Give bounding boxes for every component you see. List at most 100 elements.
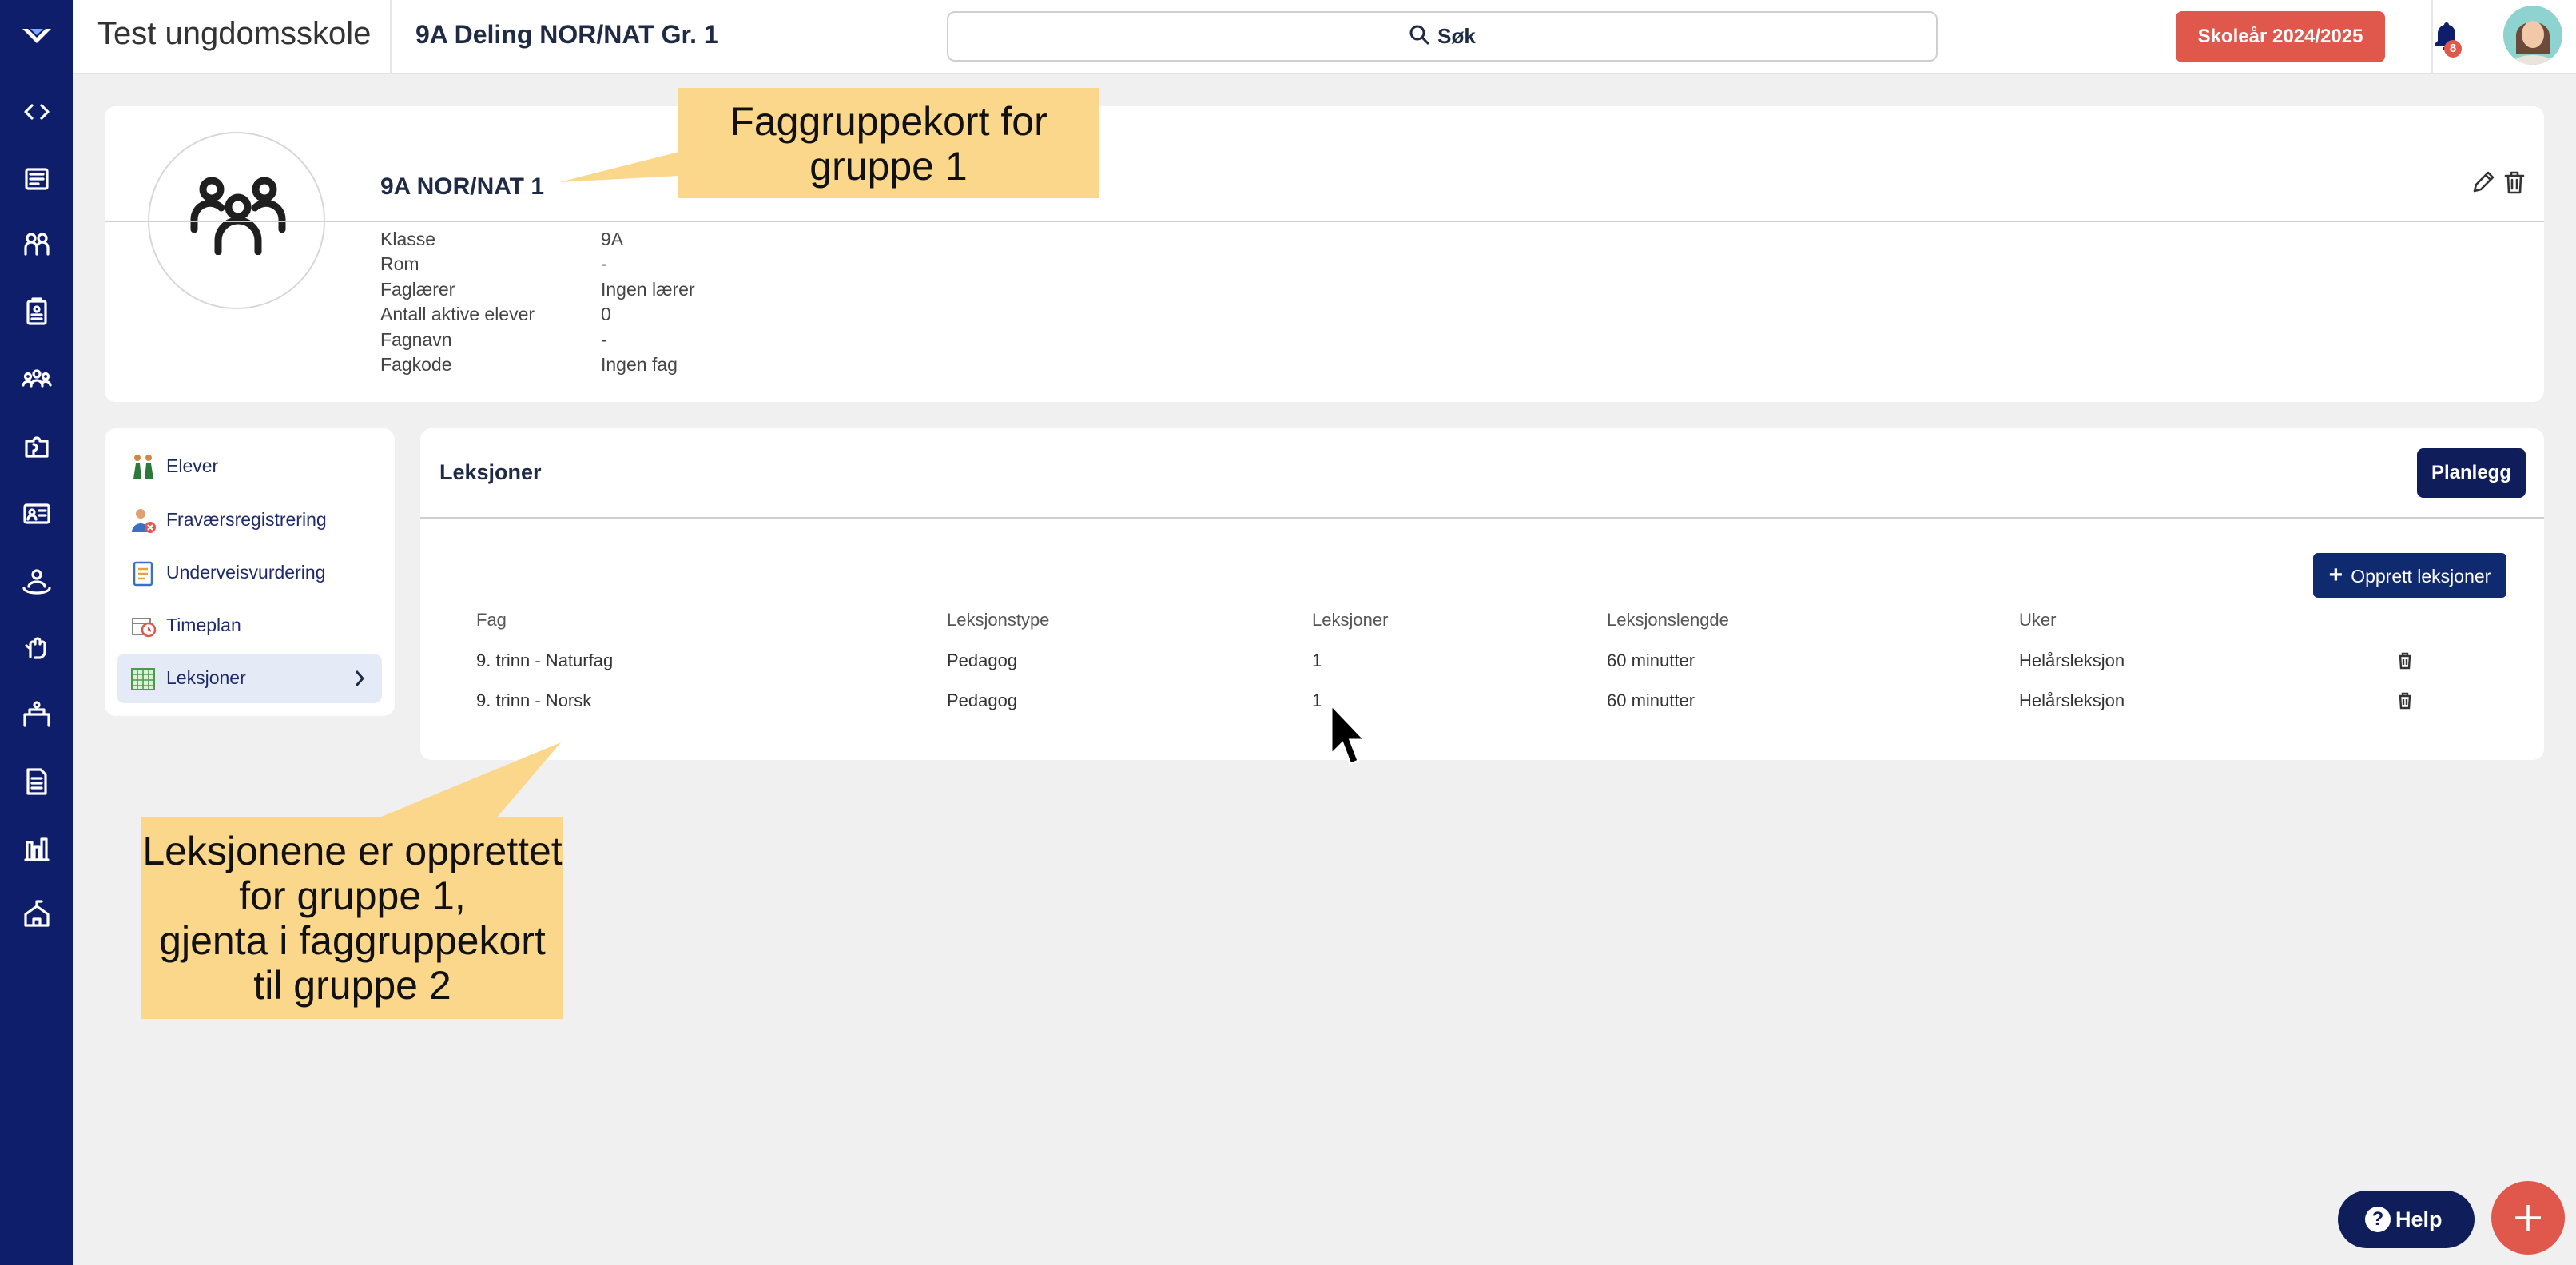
classroom-icon[interactable] [19, 697, 54, 732]
divider [105, 221, 2544, 222]
bar-chart-icon[interactable] [19, 831, 54, 866]
sidebar [0, 0, 73, 1265]
table-cell: 60 minutter [1607, 650, 1695, 670]
school-icon[interactable] [19, 897, 54, 932]
absence-icon [129, 507, 157, 534]
table-cell: 9. trinn - Norsk [476, 690, 592, 710]
column-header: Uker [2019, 610, 2057, 630]
info-label: Fagkode [380, 354, 452, 375]
column-header: Leksjoner [1312, 610, 1389, 630]
info-label: Klasse [380, 229, 436, 249]
table-cell: 1 [1312, 690, 1322, 710]
table-cell: 1 [1312, 650, 1322, 670]
info-value: - [601, 329, 607, 350]
nav-item-fravaer[interactable]: Fraværsregistrering [117, 495, 382, 545]
add-button[interactable] [2491, 1181, 2565, 1255]
info-label: Rom [380, 253, 419, 274]
callout-text: gjenta i faggruppekort [159, 918, 546, 963]
search-input[interactable]: Søk [947, 11, 1938, 62]
nav-label: Timeplan [166, 615, 241, 635]
assessment-icon [129, 559, 157, 587]
table-cell: Pedagog [947, 690, 1018, 710]
group-icon [190, 177, 286, 255]
schedule-icon [129, 612, 157, 639]
info-value: Ingen fag [601, 354, 678, 375]
notification-badge: 8 [2444, 40, 2462, 58]
plus-icon: + [2328, 562, 2343, 588]
callout-text: Leksjonene er opprettet [142, 829, 563, 873]
table-cell: Helårsleksjon [2019, 690, 2125, 710]
info-label: Faglærer [380, 279, 455, 300]
person-icon[interactable] [19, 563, 54, 598]
top-bar: Test ungdomsskole 9A Deling NOR/NAT Gr. … [73, 0, 2576, 74]
trash-icon[interactable] [2395, 691, 2415, 710]
callout-bottom: Leksjonene er opprettet for gruppe 1, gj… [141, 817, 563, 1019]
avatar[interactable] [2503, 6, 2562, 65]
callout-pointer [559, 152, 679, 182]
column-header: Leksjonslengde [1607, 610, 1729, 630]
callout-text: Faggruppekort for [729, 99, 1047, 144]
trash-icon[interactable] [2395, 651, 2415, 670]
groups-icon[interactable] [19, 227, 54, 262]
edit-icon[interactable] [2470, 169, 2497, 196]
create-lessons-button[interactable]: + Opprett leksjoner [2313, 553, 2506, 598]
divider [390, 0, 392, 74]
info-value: Ingen lærer [601, 279, 695, 300]
callout-text: til gruppe 2 [253, 963, 451, 1008]
divider [420, 517, 2544, 519]
nav-label: Fraværsregistrering [166, 509, 327, 530]
lessons-panel: Leksjoner Planlegg + Opprett leksjoner Fa… [420, 428, 2544, 760]
info-value: - [601, 253, 607, 274]
info-value: 0 [601, 304, 611, 324]
students-icon [129, 453, 157, 480]
search-label: Søk [1437, 24, 1476, 48]
nav-item-elever[interactable]: Elever [117, 442, 382, 491]
question-icon: ? [2365, 1207, 2391, 1232]
nav-item-timeplan[interactable]: Timeplan [117, 601, 382, 650]
info-label: Antall aktive elever [380, 304, 535, 324]
page-title: 9A Deling NOR/NAT Gr. 1 [415, 20, 718, 49]
group-nav: Elever Fraværsregistrering Underveisvurd… [105, 428, 395, 716]
news-icon[interactable] [19, 161, 54, 197]
callout-text: for gruppe 1, [239, 873, 466, 918]
group-card: 9A NOR/NAT 1 Klasse 9A Rom - Faglærer In… [105, 106, 2544, 402]
chevron-right-icon [350, 666, 369, 690]
nav-label: Elever [166, 455, 219, 476]
nav-label: Underveisvurdering [166, 562, 326, 583]
school-name: Test ungdomsskole [97, 16, 372, 51]
column-header: Leksjonstype [947, 610, 1050, 630]
callout-text: gruppe 1 [809, 144, 968, 189]
info-value: 9A [601, 229, 624, 249]
table-cell: 60 minutter [1607, 690, 1695, 710]
hand-icon[interactable] [19, 630, 54, 665]
search-label-wrap: Søk [948, 24, 1936, 49]
create-lessons-label: Opprett leksjoner [2351, 566, 2491, 587]
info-label: Fagnavn [380, 329, 452, 350]
table-cell: Helårsleksjon [2019, 650, 2125, 670]
mouse-cursor-icon [1330, 703, 1366, 766]
lessons-icon [129, 665, 157, 692]
nav-item-leksjoner[interactable]: Leksjoner [117, 654, 382, 703]
document-icon[interactable] [19, 764, 54, 799]
help-label: Help [2395, 1207, 2443, 1231]
people-icon[interactable] [19, 361, 54, 396]
plus-icon [2515, 1205, 2541, 1231]
callout-top: Faggruppekort for gruppe 1 [678, 88, 1099, 198]
code-icon[interactable] [19, 94, 54, 129]
help-button[interactable]: ? Help [2338, 1191, 2475, 1248]
trash-icon[interactable] [2501, 169, 2528, 196]
table-cell: 9. trinn - Naturfag [476, 650, 614, 670]
puzzle-icon[interactable] [19, 428, 54, 463]
column-header: Fag [476, 610, 507, 630]
logo-icon[interactable] [19, 18, 54, 53]
id-card-icon[interactable] [19, 495, 54, 531]
table-cell: Pedagog [947, 650, 1018, 670]
school-year-button[interactable]: Skoleår 2024/2025 [2176, 11, 2385, 62]
panel-title: Leksjoner [439, 460, 542, 484]
group-name: 9A NOR/NAT 1 [380, 173, 545, 200]
nav-item-underveisvurdering[interactable]: Underveisvurdering [117, 548, 382, 598]
nav-label: Leksjoner [166, 667, 246, 688]
clipboard-icon[interactable] [19, 294, 54, 329]
plan-button[interactable]: Planlegg [2417, 448, 2526, 498]
callout-pointer [376, 742, 561, 819]
